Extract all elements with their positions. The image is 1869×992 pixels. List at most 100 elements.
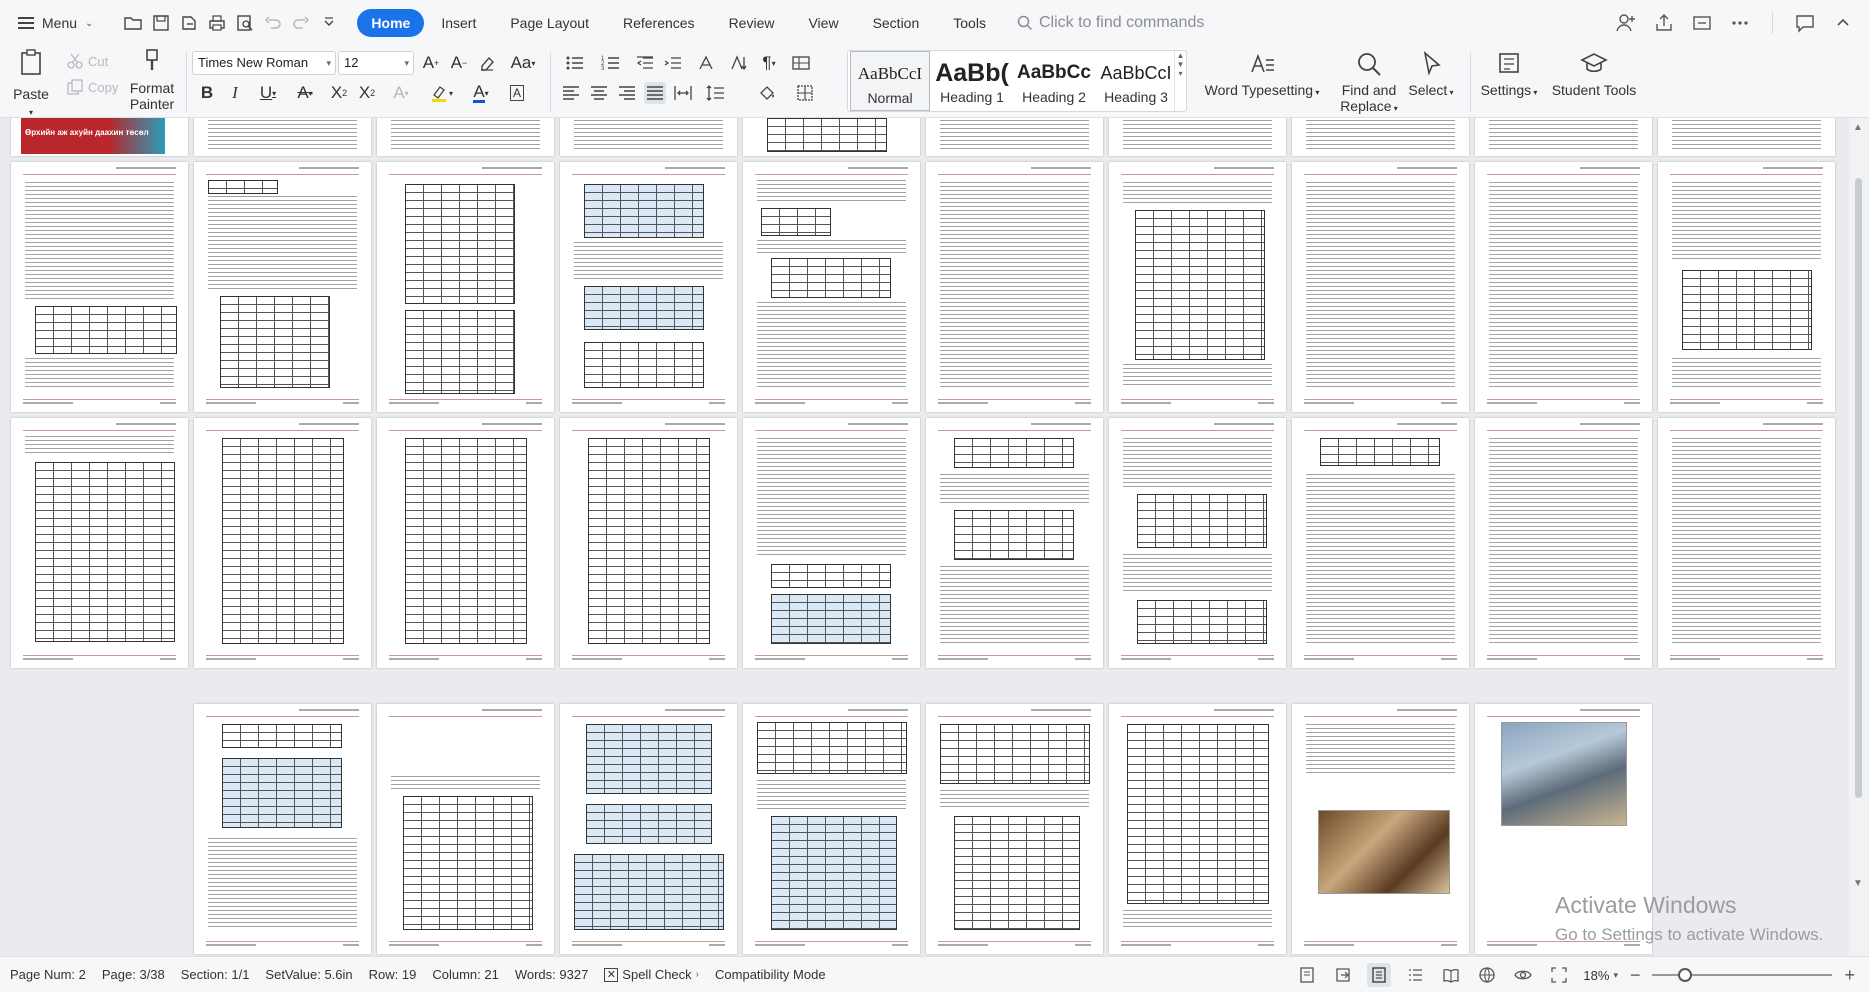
justify-icon[interactable]: [644, 82, 666, 104]
styles-gallery-scroll[interactable]: ▲ ▼ ▾: [1174, 51, 1186, 111]
font-color-icon[interactable]: A ▾: [464, 82, 498, 104]
shading-icon[interactable]: [752, 82, 782, 104]
export-icon[interactable]: [177, 11, 201, 35]
tab-home[interactable]: Home: [357, 9, 425, 37]
chevron-down-icon[interactable]: ▾: [1613, 970, 1618, 981]
document-page[interactable]: [1292, 704, 1469, 954]
grow-font-icon[interactable]: A +: [420, 52, 442, 74]
style-heading-2[interactable]: AaBbCc Heading 2: [1014, 51, 1094, 111]
document-page[interactable]: [560, 704, 737, 954]
row-status[interactable]: Row: 19: [361, 967, 425, 982]
document-page[interactable]: [194, 418, 371, 668]
print-layout-icon[interactable]: [1367, 963, 1392, 987]
text-effects-icon[interactable]: A ▾: [386, 82, 416, 104]
document-page[interactable]: [1109, 162, 1286, 412]
print-preview-icon[interactable]: [233, 11, 257, 35]
setvalue-status[interactable]: SetValue: 5.6in: [257, 967, 360, 982]
document-page[interactable]: [743, 118, 920, 156]
numbering-icon[interactable]: 123: [596, 52, 626, 74]
document-page[interactable]: [1658, 418, 1835, 668]
document-page[interactable]: [1292, 418, 1469, 668]
document-page[interactable]: [1109, 418, 1286, 668]
find-replace-button[interactable]: Find and Replace ▾: [1336, 50, 1402, 117]
borders-icon[interactable]: [790, 82, 820, 104]
document-page[interactable]: [560, 162, 737, 412]
zoom-slider-knob[interactable]: [1678, 968, 1693, 982]
web-layout-icon[interactable]: [1475, 963, 1499, 987]
document-page[interactable]: [1475, 162, 1652, 412]
tab-view[interactable]: View: [791, 9, 855, 37]
superscript-icon[interactable]: X2: [328, 82, 350, 104]
tab-references[interactable]: References: [606, 9, 712, 37]
more-options-icon[interactable]: [1728, 11, 1752, 35]
tab-tools[interactable]: Tools: [936, 9, 1003, 37]
paragraph-mark-icon[interactable]: ¶ ▾: [756, 52, 782, 74]
page-status[interactable]: Page: 3/38: [94, 967, 173, 982]
zoom-out-icon[interactable]: −: [1630, 965, 1641, 986]
copy-button[interactable]: Copy: [66, 78, 118, 96]
document-area[interactable]: Өрхийн аж ахуйн даахин төсөл Activate Wi…: [0, 118, 1869, 956]
paste-button[interactable]: Paste ▾: [10, 48, 52, 121]
word-typesetting-button[interactable]: Word Typesetting ▾: [1204, 50, 1320, 101]
document-map-icon[interactable]: [1295, 963, 1319, 987]
select-button[interactable]: Select ▾: [1406, 50, 1456, 101]
bold-icon[interactable]: B: [196, 82, 218, 104]
settings-button[interactable]: Settings ▾: [1478, 50, 1540, 101]
sort-icon[interactable]: [728, 52, 750, 74]
collapse-ribbon-icon[interactable]: [1831, 11, 1855, 35]
tab-section[interactable]: Section: [856, 9, 937, 37]
shrink-font-icon[interactable]: A −: [448, 52, 470, 74]
document-page[interactable]: Өрхийн аж ахуйн даахин төсөл: [11, 118, 188, 156]
cut-button[interactable]: Cut: [66, 52, 108, 70]
document-page[interactable]: [560, 418, 737, 668]
zoom-level[interactable]: 18%: [1583, 968, 1609, 983]
document-page[interactable]: [743, 162, 920, 412]
comment-icon[interactable]: [1793, 11, 1817, 35]
section-status[interactable]: Section: 1/1: [173, 967, 258, 982]
word-count-status[interactable]: Words: 9327: [507, 967, 596, 982]
save-icon[interactable]: [149, 11, 173, 35]
character-border-icon[interactable]: A: [506, 82, 528, 104]
vertical-scrollbar[interactable]: ▲ ▼: [1849, 118, 1869, 956]
document-page[interactable]: [1658, 118, 1835, 156]
add-user-icon[interactable]: [1614, 11, 1638, 35]
focus-mode-icon[interactable]: [1331, 963, 1355, 987]
italic-icon[interactable]: I: [224, 82, 246, 104]
zoom-in-icon[interactable]: +: [1844, 965, 1855, 986]
distributed-icon[interactable]: [672, 82, 694, 104]
underline-icon[interactable]: U ▾: [252, 82, 284, 104]
style-heading-3[interactable]: AaBbCcI Heading 3: [1096, 51, 1176, 111]
tab-insert[interactable]: Insert: [424, 9, 493, 37]
document-page[interactable]: [194, 162, 371, 412]
bullets-icon[interactable]: [560, 52, 590, 74]
main-menu-button[interactable]: Menu ⌄: [0, 0, 103, 46]
share-icon[interactable]: [1652, 11, 1676, 35]
reading-mode-icon[interactable]: [1439, 963, 1463, 987]
document-page[interactable]: [743, 704, 920, 954]
increase-indent-icon[interactable]: [662, 52, 684, 74]
scroll-down-icon[interactable]: ▼: [1853, 878, 1863, 889]
document-page[interactable]: [1475, 118, 1652, 156]
fit-page-icon[interactable]: [1547, 963, 1571, 987]
document-page[interactable]: [926, 704, 1103, 954]
command-search[interactable]: Click to find commands: [1017, 14, 1204, 32]
undo-icon[interactable]: [261, 11, 285, 35]
change-case-icon[interactable]: Aa ▾: [506, 52, 540, 74]
page-num-status[interactable]: Page Num: 2: [0, 967, 94, 982]
font-size-select[interactable]: 12 ▾: [338, 51, 414, 75]
document-page[interactable]: [560, 118, 737, 156]
scroll-up-icon[interactable]: ▲: [1853, 122, 1863, 133]
tab-review[interactable]: Review: [712, 9, 792, 37]
document-page[interactable]: [926, 118, 1103, 156]
table-tools-icon[interactable]: [790, 52, 812, 74]
spell-check-button[interactable]: ✕ Spell Check ›: [596, 967, 707, 982]
document-page[interactable]: [1292, 118, 1469, 156]
font-name-select[interactable]: Times New Roman ▾: [192, 51, 336, 75]
sync-icon[interactable]: [1690, 11, 1714, 35]
style-heading-1[interactable]: AaBb( Heading 1: [932, 51, 1012, 111]
subscript-icon[interactable]: X2: [356, 82, 378, 104]
document-page[interactable]: [377, 418, 554, 668]
document-page[interactable]: [377, 704, 554, 954]
document-page[interactable]: [1109, 704, 1286, 954]
document-page[interactable]: [377, 118, 554, 156]
